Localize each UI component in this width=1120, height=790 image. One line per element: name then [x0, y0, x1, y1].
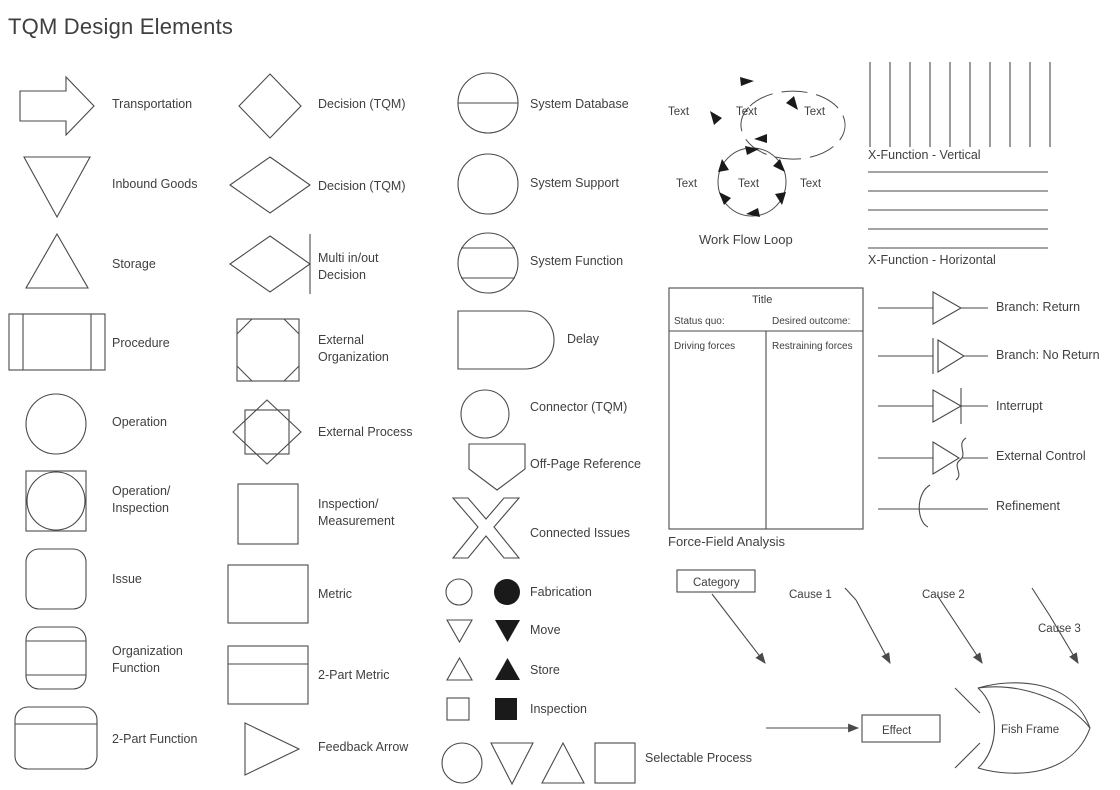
operation-label: Operation	[112, 415, 167, 429]
feedback-arrow-label: Feedback Arrow	[318, 740, 409, 754]
force-field-status-quo: Status quo:	[674, 316, 725, 327]
external-control-shape[interactable]	[878, 434, 988, 482]
x-function-horizontal-shape[interactable]	[868, 170, 1048, 250]
workflow-ellipse-center-text: Text	[736, 106, 758, 118]
issue-shape[interactable]	[25, 548, 87, 610]
operation-shape[interactable]	[24, 392, 88, 456]
storage-shape[interactable]	[24, 232, 90, 290]
fishbone-fish-frame-text: Fish Frame	[1001, 724, 1059, 736]
system-support-label: System Support	[530, 176, 619, 190]
external-control-label: External Control	[996, 449, 1086, 463]
operation-inspection-shape[interactable]	[25, 470, 87, 532]
branch-no-return-shape[interactable]	[878, 336, 988, 376]
connected-issues-label: Connected Issues	[530, 526, 631, 540]
page-title: TQM Design Elements	[8, 14, 234, 39]
multi-in-out-decision-label: Multi in/out Decision	[318, 251, 379, 282]
organization-function-label: Organization Function	[112, 644, 183, 675]
branch-return-label: Branch: Return	[996, 300, 1081, 314]
operation-inspection-label: Operation/ Inspection	[112, 484, 171, 515]
system-database-label: System Database	[530, 97, 629, 111]
interrupt-label: Interrupt	[996, 399, 1043, 413]
procedure-shape[interactable]	[8, 313, 106, 371]
two-part-function-label: 2-Part Function	[112, 732, 198, 746]
storage-label: Storage	[112, 257, 156, 271]
force-field-caption: Force-Field Analysis	[668, 534, 786, 549]
force-field-driving-forces: Driving forces	[674, 341, 735, 352]
inspection-label: Inspection	[530, 702, 587, 716]
system-database-shape[interactable]	[457, 72, 519, 134]
move-shape[interactable]	[445, 618, 535, 644]
inbound-goods-shape[interactable]	[22, 155, 92, 219]
multi-in-out-decision-shape[interactable]	[228, 233, 318, 295]
delay-shape[interactable]	[457, 310, 555, 370]
two-part-function-shape[interactable]	[14, 706, 98, 770]
interrupt-shape[interactable]	[878, 386, 988, 426]
decision-tqm-wide-shape[interactable]	[228, 155, 312, 215]
fishbone-effect-text: Effect	[882, 725, 912, 737]
refinement-shape[interactable]	[878, 483, 988, 529]
system-support-shape[interactable]	[457, 153, 519, 215]
two-part-metric-shape[interactable]	[227, 645, 309, 705]
workflow-circle-center-text: Text	[738, 178, 760, 190]
inspection-measurement-label: Inspection/ Measurement	[318, 497, 395, 528]
fishbone-category-text: Category	[693, 577, 740, 589]
system-function-label: System Function	[530, 254, 624, 268]
fishbone-cause1-text: Cause 1	[789, 589, 832, 601]
move-label: Move	[530, 623, 561, 637]
branch-return-shape[interactable]	[878, 288, 988, 328]
off-page-reference-label: Off-Page Reference	[530, 457, 641, 471]
workflow-ellipse-right-text: Text	[804, 106, 826, 118]
connector-tqm-shape[interactable]	[460, 389, 510, 439]
force-field-restraining-forces: Restraining forces	[772, 341, 853, 352]
x-function-horizontal-label: X-Function - Horizontal	[868, 253, 996, 267]
organization-function-shape[interactable]	[25, 626, 87, 690]
x-function-vertical-label: X-Function - Vertical	[868, 148, 981, 162]
off-page-reference-shape[interactable]	[468, 443, 526, 491]
workflow-circle-right-text: Text	[800, 178, 822, 190]
x-function-vertical-shape[interactable]	[868, 62, 1054, 147]
store-shape[interactable]	[445, 656, 535, 682]
transportation-label: Transportation	[112, 97, 193, 111]
force-field-desired-outcome: Desired outcome:	[772, 316, 850, 327]
refinement-label: Refinement	[996, 499, 1060, 513]
procedure-label: Procedure	[112, 336, 170, 350]
force-field-analysis-table[interactable]: Title Status quo: Desired outcome: Drivi…	[668, 287, 864, 530]
inbound-goods-label: Inbound Goods	[112, 177, 198, 191]
external-process-shape[interactable]	[231, 398, 303, 466]
fabrication-label: Fabrication	[530, 585, 592, 599]
fishbone-diagram[interactable]: Category Cause 1 Cause 2 Cause 3 Effect …	[660, 560, 1120, 790]
metric-shape[interactable]	[227, 564, 309, 624]
work-flow-loop-caption: Work Flow Loop	[699, 232, 793, 247]
delay-label: Delay	[567, 332, 599, 346]
fishbone-cause3-text: Cause 3	[1038, 623, 1081, 635]
connected-issues-shape[interactable]	[450, 496, 522, 560]
fishbone-cause2-text: Cause 2	[922, 589, 965, 601]
external-process-label: External Process	[318, 425, 413, 439]
system-function-shape[interactable]	[457, 232, 519, 294]
inspection-measurement-shape[interactable]	[237, 483, 299, 545]
decision-tqm-tall-shape[interactable]	[237, 72, 303, 140]
transportation-shape[interactable]	[18, 75, 96, 137]
decision-tqm-wide-label: Decision (TQM)	[318, 179, 406, 193]
workflow-circle-left-text: Text	[676, 178, 698, 190]
fabrication-shape[interactable]	[445, 578, 535, 606]
metric-label: Metric	[318, 587, 353, 601]
force-field-title: Title	[752, 294, 772, 306]
feedback-arrow-shape[interactable]	[243, 721, 301, 777]
branch-no-return-label: Branch: No Return	[996, 348, 1100, 362]
decision-tqm-tall-label: Decision (TQM)	[318, 97, 406, 111]
workflow-ellipse-left-text: Text	[668, 106, 690, 118]
store-label: Store	[530, 663, 560, 677]
inspection-shape[interactable]	[446, 696, 536, 722]
issue-label: Issue	[112, 572, 142, 586]
connector-tqm-label: Connector (TQM)	[530, 400, 628, 414]
external-organization-shape[interactable]	[236, 318, 300, 382]
two-part-metric-label: 2-Part Metric	[318, 668, 390, 682]
external-organization-label: External Organization	[318, 333, 389, 364]
selectable-process-shape[interactable]	[440, 738, 640, 788]
